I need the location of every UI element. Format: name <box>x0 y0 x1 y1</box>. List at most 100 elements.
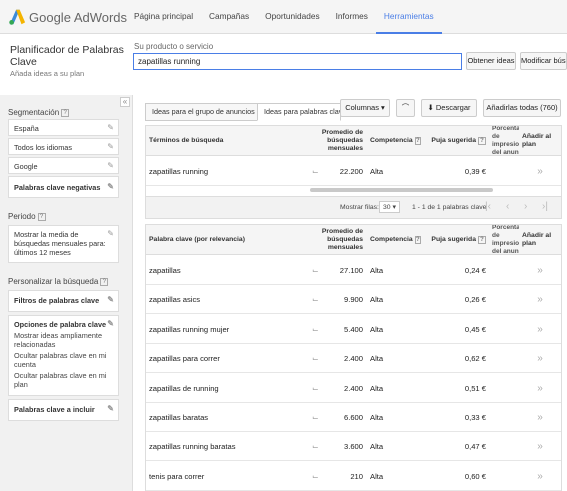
add-arrow-icon[interactable]: » <box>519 285 561 314</box>
pagination: Mostrar filas: 30 ▾ 1 - 1 de 1 palabras … <box>146 196 561 218</box>
competition-cell: Alta <box>370 266 384 275</box>
language-setting[interactable]: Todos los idiomas ✎ <box>8 138 119 155</box>
help-icon[interactable]: ? <box>478 137 486 145</box>
header-impression-share[interactable]: Porcentaje de impresiones del anunc <box>489 126 519 156</box>
table-row[interactable]: zapatillas baratas ⌙ 6.600 Alta 0,33 € » <box>146 403 561 432</box>
trend-chart-icon[interactable]: ⌙ <box>309 462 324 491</box>
pencil-icon[interactable]: ✎ <box>107 142 114 151</box>
pencil-icon[interactable]: ✎ <box>107 180 114 193</box>
add-arrow-icon[interactable]: » <box>519 432 561 461</box>
show-rows-label: Mostrar filas: <box>340 204 379 211</box>
pencil-icon[interactable]: ✎ <box>107 161 114 170</box>
avg-searches-cell: 22.200 <box>339 167 363 176</box>
period-setting[interactable]: Mostrar la media de búsquedas mensuales … <box>8 225 119 263</box>
help-icon[interactable]: ? <box>414 137 421 145</box>
bid-cell: 0,45 € <box>464 324 486 334</box>
header-add-to-plan[interactable]: Añadir al plan <box>519 225 561 255</box>
avg-searches-cell: 2.400 <box>343 383 363 393</box>
trend-chart-icon[interactable]: ⌙ <box>309 157 324 186</box>
tab-keyword-ideas[interactable]: Ideas para palabras clave <box>257 103 341 121</box>
trend-chart-icon[interactable]: ⌙ <box>309 285 324 314</box>
header-avg-searches[interactable]: Promedio de búsquedas mensuales <box>306 126 366 156</box>
header-avg-searches[interactable]: Promedio de búsquedas mensuales <box>306 225 366 255</box>
adwords-logo[interactable]: Google AdWords <box>8 6 127 28</box>
pencil-icon[interactable]: ✎ <box>107 294 114 306</box>
avg-searches-cell: 210 <box>350 471 363 481</box>
table-row[interactable]: zapatillas para correr ⌙ 2.400 Alta 0,62 € » <box>146 344 561 374</box>
trend-chart-icon[interactable]: ⌙ <box>309 315 324 344</box>
keyword-filters[interactable]: Filtros de palabras clave ✎ <box>8 290 119 312</box>
header-suggested-bid[interactable]: Puja sugerida? <box>426 126 489 156</box>
location-setting[interactable]: España ✎ <box>8 119 119 136</box>
table-row[interactable]: zapatillas asics ⌙ 9.900 Alta 0,26 € » <box>146 285 561 315</box>
network-setting[interactable]: Google ✎ <box>8 157 119 174</box>
trend-chart-icon[interactable]: ⌙ <box>309 256 324 285</box>
header-competition[interactable]: Competencia? <box>367 126 424 156</box>
pencil-icon[interactable]: ✎ <box>107 403 114 415</box>
trend-chart-icon[interactable]: ⌙ <box>309 374 324 403</box>
columns-button[interactable]: Columnas ▾ <box>340 99 390 117</box>
option-related: Mostrar ideas ampliamente relacionadas <box>14 331 103 349</box>
table-row[interactable]: tenis para correr ⌙ 210 Alta 0,60 € » <box>146 461 561 491</box>
add-arrow-icon[interactable]: » <box>519 344 561 373</box>
keyword-cell: zapatillas asics <box>149 295 201 305</box>
table-row[interactable]: zapatillas de running ⌙ 2.400 Alta 0,51 € » <box>146 373 561 403</box>
competition-cell: Alta <box>370 442 384 452</box>
get-ideas-button[interactable]: Obtener ideas <box>466 52 516 70</box>
pencil-icon[interactable]: ✎ <box>107 319 114 328</box>
first-page-icon[interactable]: |‹ <box>485 201 491 212</box>
nav-home[interactable]: Página principal <box>126 0 201 34</box>
header-suggested-bid[interactable]: Puja sugerida? <box>426 225 489 255</box>
bid-cell: 0,47 € <box>464 442 486 452</box>
tab-ad-group-ideas[interactable]: Ideas para el grupo de anuncios <box>145 103 262 121</box>
rows-per-page-select[interactable]: 30 ▾ <box>379 201 400 213</box>
table-row[interactable]: zapatillas running baratas ⌙ 3.600 Alta 0,47… <box>146 432 561 462</box>
pencil-icon[interactable]: ✎ <box>107 123 114 132</box>
nav-tools[interactable]: Herramientas <box>375 0 442 34</box>
header-impression-share[interactable]: Porcentaje de impresiones del anunc <box>489 225 519 255</box>
header-add-to-plan[interactable]: Añadir al plan <box>519 126 561 156</box>
add-arrow-icon[interactable]: » <box>519 374 561 403</box>
download-button[interactable]: ⬇ Descargar <box>421 99 477 117</box>
add-arrow-icon[interactable]: » <box>519 462 561 491</box>
table-row[interactable]: zapatillas running ⌙ 22.200 Alta 0,39 € … <box>146 157 561 186</box>
help-icon[interactable]: ? <box>478 236 486 244</box>
header-keyword[interactable]: Palabra clave (por relevancia) <box>146 225 306 255</box>
help-icon[interactable]: ? <box>37 212 46 221</box>
add-arrow-icon[interactable]: » <box>519 157 561 186</box>
pencil-icon[interactable]: ✎ <box>107 229 114 238</box>
page-range: 1 - 1 de 1 palabras clave <box>412 204 487 211</box>
prev-page-icon[interactable]: ‹ <box>506 201 509 212</box>
header-search-term[interactable]: Términos de búsqueda <box>146 126 306 156</box>
table-row[interactable]: zapatillas ⌙ 27.100 Alta 0,24 € » <box>146 256 561 285</box>
keyword-options[interactable]: Opciones de palabra clave Mostrar ideas … <box>8 315 119 396</box>
help-icon[interactable]: ? <box>414 236 421 244</box>
avg-searches-cell: 3.600 <box>343 442 363 452</box>
nav-campaigns[interactable]: Campañas <box>201 0 257 34</box>
table-row[interactable]: zapatillas running mujer ⌙ 5.400 Alta 0,45 €… <box>146 314 561 344</box>
help-icon[interactable]: ? <box>61 108 70 117</box>
nav-opportunities[interactable]: Oportunidades <box>257 0 327 34</box>
keywords-to-include[interactable]: Palabras clave a incluir ✎ <box>8 399 119 421</box>
product-search-input[interactable] <box>133 53 462 70</box>
trend-chart-icon[interactable]: ⌙ <box>309 344 324 373</box>
competition-cell: Alta <box>370 324 384 334</box>
nav-reports[interactable]: Informes <box>328 0 376 34</box>
competition-cell: Alta <box>370 413 384 422</box>
negative-keywords-setting[interactable]: Palabras clave negativas ✎ <box>8 176 119 198</box>
last-page-icon[interactable]: ›| <box>542 201 548 212</box>
add-arrow-icon[interactable]: » <box>519 403 561 432</box>
trend-chart-icon[interactable]: ⌙ <box>309 432 324 461</box>
collapse-sidebar-icon[interactable]: « <box>120 97 130 107</box>
add-arrow-icon[interactable]: » <box>519 256 561 285</box>
horizontal-scrollbar[interactable] <box>310 188 493 192</box>
help-icon[interactable]: ? <box>100 277 109 286</box>
trend-chart-icon[interactable]: ⌙ <box>309 403 324 432</box>
header-competition[interactable]: Competencia? <box>367 225 424 255</box>
adwords-logo-icon <box>9 9 26 25</box>
next-page-icon[interactable]: › <box>524 201 527 212</box>
modify-search-button[interactable]: Modificar búsq <box>520 52 567 70</box>
add-arrow-icon[interactable]: » <box>519 315 561 344</box>
add-all-button[interactable]: Añadirlas todas (760) <box>483 99 561 117</box>
trend-chart-icon[interactable]: ⌒ <box>396 99 415 117</box>
